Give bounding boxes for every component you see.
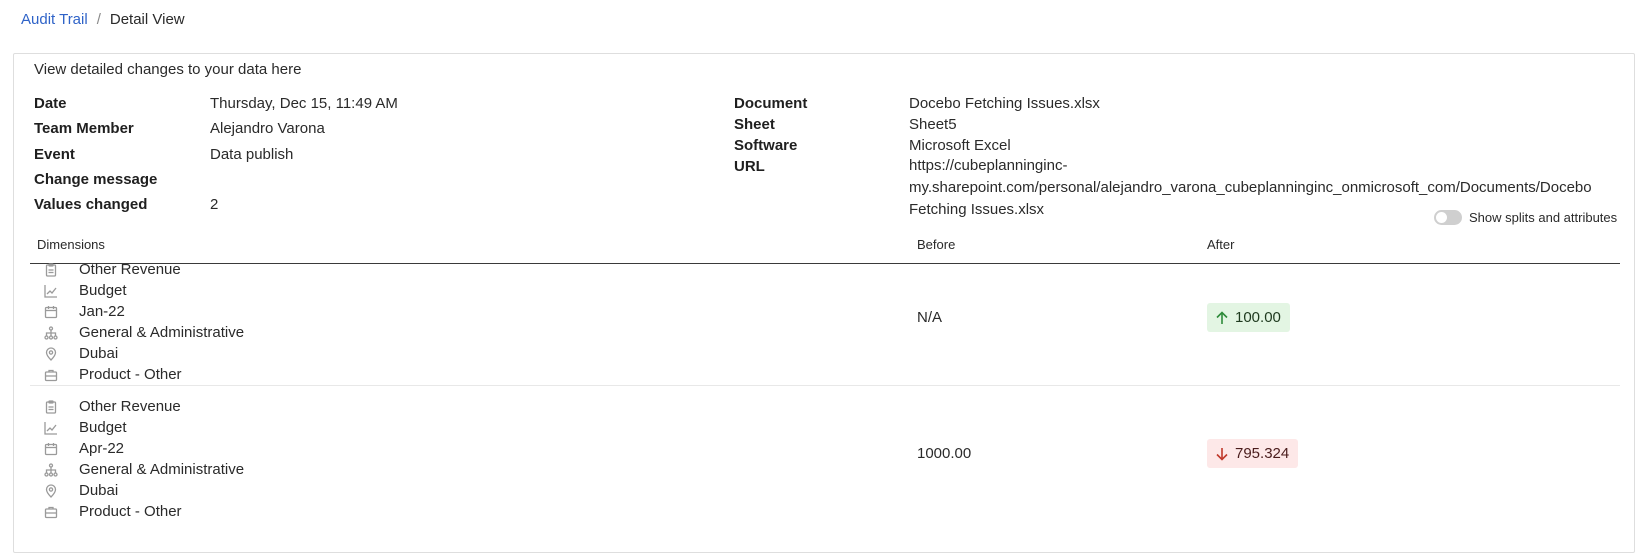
url-label: URL bbox=[734, 158, 765, 175]
dimension-item: Dubai bbox=[42, 343, 244, 364]
date-label: Date bbox=[34, 95, 67, 112]
after-value-text: 795.324 bbox=[1235, 445, 1290, 462]
arrow-down-icon bbox=[1216, 447, 1228, 461]
table-header-divider bbox=[30, 263, 1620, 264]
page-intro-text: View detailed changes to your data here bbox=[34, 61, 302, 78]
breadcrumb: Audit Trail / Detail View bbox=[21, 9, 185, 29]
dimension-label: General & Administrative bbox=[79, 461, 245, 478]
dimension-item: Other Revenue bbox=[42, 396, 244, 417]
calendar-icon bbox=[42, 303, 60, 321]
dimension-label: Dubai bbox=[79, 345, 119, 362]
change-message-label: Change message bbox=[34, 171, 158, 188]
clipboard-icon bbox=[42, 261, 60, 279]
dimension-item: General & Administrative bbox=[42, 459, 244, 480]
breadcrumb-current-page: Detail View bbox=[109, 10, 185, 28]
toggle-switch[interactable] bbox=[1434, 210, 1462, 225]
dimension-item: General & Administrative bbox=[42, 322, 244, 343]
table-row: Other Revenue Budget Apr-22 General & Ad… bbox=[42, 396, 244, 522]
after-value-text: 100.00 bbox=[1235, 309, 1281, 326]
show-splits-label: Show splits and attributes bbox=[1469, 210, 1618, 225]
column-header-before: Before bbox=[917, 237, 956, 252]
after-value-decrease: 795.324 bbox=[1207, 439, 1299, 468]
before-value: N/A bbox=[917, 309, 943, 326]
show-splits-toggle[interactable]: Show splits and attributes bbox=[1434, 210, 1617, 225]
dimension-label: Budget bbox=[79, 419, 127, 436]
column-header-dimensions: Dimensions bbox=[37, 237, 105, 252]
event-value: Data publish bbox=[210, 146, 294, 163]
breadcrumb-separator: / bbox=[96, 10, 101, 28]
row-divider bbox=[30, 385, 1620, 386]
detail-card: View detailed changes to your data here … bbox=[13, 53, 1635, 553]
sheet-label: Sheet bbox=[734, 116, 775, 133]
values-changed-label: Values changed bbox=[34, 196, 148, 213]
dimension-label: Other Revenue bbox=[79, 261, 181, 278]
calendar-icon bbox=[42, 440, 60, 458]
software-value: Microsoft Excel bbox=[909, 137, 1011, 154]
line-chart-icon bbox=[42, 282, 60, 300]
hierarchy-icon bbox=[42, 324, 60, 342]
toggle-knob bbox=[1436, 212, 1447, 223]
team-member-value: Alejandro Varona bbox=[210, 120, 325, 137]
event-label: Event bbox=[34, 146, 75, 163]
dimension-label: Product - Other bbox=[79, 503, 182, 520]
before-value: 1000.00 bbox=[917, 445, 972, 462]
document-label: Document bbox=[734, 95, 808, 112]
location-pin-icon bbox=[42, 345, 60, 363]
dimension-item: Apr-22 bbox=[42, 438, 244, 459]
dimension-item: Other Revenue bbox=[42, 259, 244, 280]
briefcase-icon bbox=[42, 503, 60, 521]
clipboard-icon bbox=[42, 398, 60, 416]
dimension-item: Budget bbox=[42, 280, 244, 301]
dimension-item: Dubai bbox=[42, 480, 244, 501]
dimension-label: Other Revenue bbox=[79, 398, 181, 415]
breadcrumb-audit-trail-link[interactable]: Audit Trail bbox=[21, 11, 88, 28]
dimension-item: Budget bbox=[42, 417, 244, 438]
dimension-label: General & Administrative bbox=[79, 324, 245, 341]
arrow-up-icon bbox=[1216, 310, 1228, 324]
line-chart-icon bbox=[42, 419, 60, 437]
software-label: Software bbox=[734, 137, 798, 154]
dimension-label: Product - Other bbox=[79, 366, 182, 383]
dimension-item: Product - Other bbox=[42, 364, 244, 385]
hierarchy-icon bbox=[42, 461, 60, 479]
dimension-label: Apr-22 bbox=[79, 440, 125, 457]
dimension-item: Product - Other bbox=[42, 501, 244, 522]
document-value: Docebo Fetching Issues.xlsx bbox=[909, 95, 1100, 112]
location-pin-icon bbox=[42, 482, 60, 500]
briefcase-icon bbox=[42, 366, 60, 384]
dimension-item: Jan-22 bbox=[42, 301, 244, 322]
date-value: Thursday, Dec 15, 11:49 AM bbox=[210, 95, 398, 112]
column-header-after: After bbox=[1207, 237, 1235, 252]
table-row: Other Revenue Budget Jan-22 General & Ad… bbox=[42, 259, 244, 385]
dimension-label: Budget bbox=[79, 282, 127, 299]
values-changed-value: 2 bbox=[210, 196, 219, 213]
after-value-increase: 100.00 bbox=[1207, 303, 1290, 332]
sheet-value: Sheet5 bbox=[909, 116, 957, 133]
dimension-label: Jan-22 bbox=[79, 303, 125, 320]
dimension-label: Dubai bbox=[79, 482, 119, 499]
team-member-label: Team Member bbox=[34, 120, 134, 137]
